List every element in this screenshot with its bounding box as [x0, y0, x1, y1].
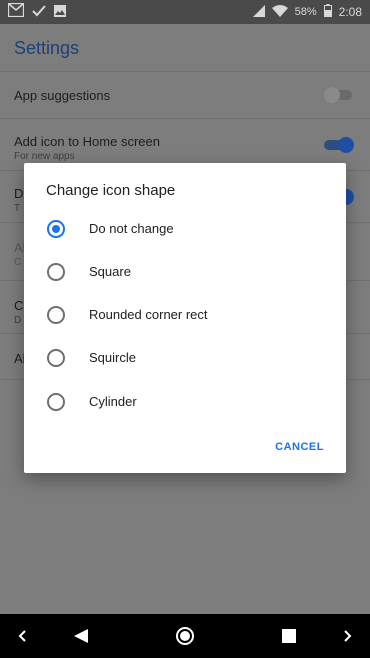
- battery-icon: [323, 4, 332, 20]
- option-rounded-corner-rect[interactable]: Rounded corner rect: [24, 293, 346, 336]
- gmail-icon: [7, 2, 25, 22]
- battery-percent: 58%: [294, 6, 317, 18]
- setting-subtitle: T: [14, 203, 21, 214]
- clock: 2:08: [338, 5, 362, 19]
- signal-icon: [252, 4, 265, 20]
- option-do-not-change[interactable]: Do not change: [24, 207, 346, 250]
- dialog-title: Change icon shape: [46, 182, 176, 199]
- option-label: Rounded corner rect: [89, 307, 208, 322]
- home-icon[interactable]: [172, 614, 198, 658]
- system-status: 58% 2:08: [252, 0, 362, 24]
- setting-subtitle: For new apps: [14, 151, 75, 162]
- navigation-bar: [0, 614, 370, 658]
- chevron-left-icon[interactable]: [10, 614, 34, 658]
- check-icon: [32, 4, 46, 22]
- recents-icon[interactable]: [276, 614, 302, 658]
- option-label: Square: [89, 264, 131, 279]
- option-label: Cylinder: [89, 394, 137, 409]
- app-suggestions-toggle[interactable]: [324, 87, 354, 103]
- setting-title: Add icon to Home screen: [14, 134, 160, 149]
- setting-subtitle: C: [14, 257, 22, 268]
- radio-selected-icon[interactable]: [47, 219, 65, 238]
- option-label: Do not change: [89, 221, 174, 236]
- chevron-right-icon[interactable]: [336, 614, 360, 658]
- setting-subtitle: D: [14, 315, 22, 326]
- app-bar: Settings: [0, 24, 370, 72]
- setting-title: D: [14, 186, 24, 201]
- change-icon-shape-dialog: Change icon shape Do not change Square R…: [24, 163, 346, 473]
- back-icon[interactable]: [68, 614, 94, 658]
- page-title: Settings: [14, 38, 80, 58]
- option-label: Squircle: [89, 350, 136, 365]
- status-bar: 58% 2:08: [0, 0, 370, 24]
- option-square[interactable]: Square: [24, 250, 346, 293]
- cancel-button[interactable]: CANCEL: [275, 441, 324, 453]
- setting-title: App suggestions: [14, 88, 111, 103]
- option-cylinder[interactable]: Cylinder: [24, 380, 346, 423]
- add-icon-toggle[interactable]: [324, 137, 354, 153]
- notification-icons: [7, 2, 66, 22]
- wifi-icon: [271, 4, 288, 20]
- option-squircle[interactable]: Squircle: [24, 336, 346, 379]
- radio-icon[interactable]: [47, 392, 65, 411]
- radio-icon[interactable]: [47, 348, 65, 367]
- setting-row-app-suggestions[interactable]: App suggestions: [0, 72, 370, 119]
- radio-icon[interactable]: [47, 305, 65, 324]
- radio-icon[interactable]: [47, 262, 65, 281]
- image-icon: [54, 4, 66, 22]
